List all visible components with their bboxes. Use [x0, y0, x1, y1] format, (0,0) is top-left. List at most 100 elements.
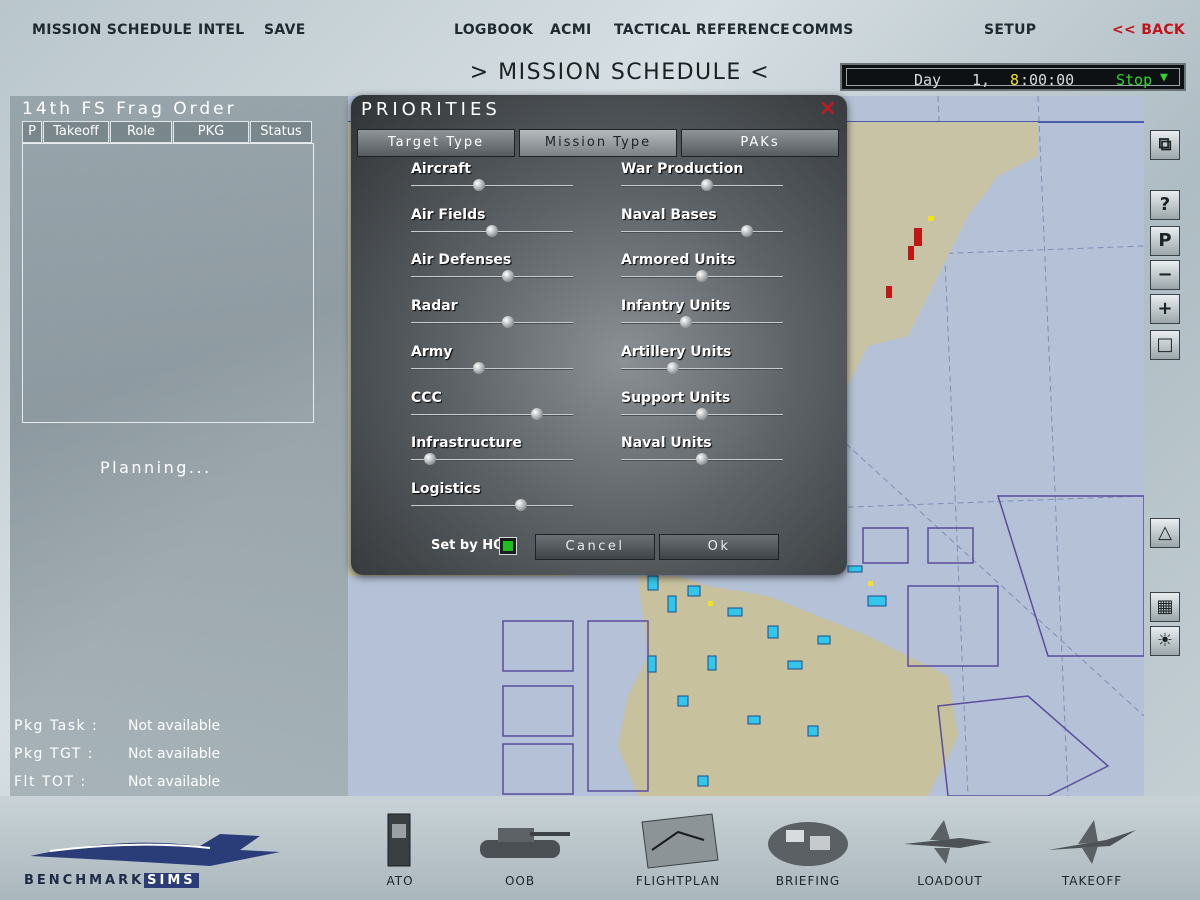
nav-ato[interactable]: ATO	[340, 808, 460, 894]
priority-slider-track[interactable]	[621, 322, 783, 325]
menu-comms[interactable]: COMMS	[792, 22, 854, 38]
priority-slider-knob[interactable]	[741, 224, 754, 237]
logo-benchmark: BENCHMARK	[24, 873, 145, 888]
flightplan-map-icon	[641, 813, 719, 869]
clock-day-label: Day	[914, 71, 942, 89]
help-icon[interactable]: ?	[1150, 190, 1180, 220]
map-tool-strip: ⧉ ? P − + □ △ ▦ ☀	[1144, 96, 1200, 796]
nav-briefing[interactable]: BRIEFING	[748, 808, 868, 894]
nav-briefing-label: BRIEFING	[775, 874, 841, 888]
tank-icon	[480, 828, 570, 858]
speed-dropdown-icon[interactable]: ▼	[1160, 70, 1168, 85]
pkg-tgt-label: Pkg TGT :	[14, 746, 95, 762]
priority-slider-track[interactable]	[621, 367, 783, 370]
nav-takeoff-label: TAKEOFF	[1061, 874, 1123, 888]
package-icon[interactable]: P	[1150, 226, 1180, 256]
priority-slider-knob[interactable]	[700, 179, 713, 191]
priority-label-artillery-units: Artillery Units	[621, 343, 732, 360]
close-icon[interactable]: ✕	[819, 97, 837, 122]
menu-acmi[interactable]: ACMI	[550, 22, 591, 38]
priority-slider-track[interactable]	[411, 367, 573, 370]
priority-slider-knob[interactable]	[696, 270, 708, 283]
nav-loadout-label: LOADOUT	[917, 874, 983, 888]
column-pkg[interactable]: PKG	[173, 121, 249, 143]
menu-intel[interactable]: INTEL	[198, 22, 244, 38]
priority-slider-track[interactable]	[411, 276, 573, 279]
nav-loadout[interactable]: LOADOUT	[890, 808, 1010, 894]
priority-label-army: Army	[411, 343, 453, 360]
loadout-jet-icon	[904, 820, 992, 864]
frag-order-list[interactable]	[22, 143, 314, 423]
priority-slider-track[interactable]	[411, 322, 573, 325]
bottom-nav-bar: BENCHMARK SIMS	[0, 796, 1200, 900]
clock-hour: 8	[1010, 71, 1020, 89]
priority-label-war-production: War Production	[621, 161, 744, 177]
priority-slider-knob[interactable]	[486, 224, 498, 237]
logo-text: BENCHMARK SIMS	[24, 873, 199, 888]
set-by-hq-checkbox[interactable]	[499, 537, 517, 555]
priority-label-infantry-units: Infantry Units	[621, 298, 731, 315]
units-filter-icon[interactable]: ▦	[1150, 592, 1180, 622]
priority-slider-track[interactable]	[621, 230, 783, 233]
priority-slider-track[interactable]	[411, 413, 573, 416]
priority-slider-knob[interactable]	[473, 361, 486, 374]
column-takeoff[interactable]: Takeoff	[43, 121, 109, 143]
map-layer-toggle-icon[interactable]: ⧉	[1150, 130, 1180, 160]
column-priority[interactable]: P	[22, 121, 42, 143]
logo-sims: SIMS	[144, 873, 199, 888]
priority-slider-knob[interactable]	[515, 498, 528, 511]
priority-slider-knob[interactable]	[473, 179, 486, 191]
pkg-task-label: Pkg Task :	[14, 718, 99, 734]
nav-ato-label: ATO	[386, 874, 414, 888]
menu-logbook[interactable]: LOGBOOK	[454, 22, 533, 38]
menu-save[interactable]: SAVE	[264, 22, 306, 38]
pkg-tgt-value: Not available	[128, 746, 221, 762]
back-button[interactable]: << BACK	[1112, 22, 1185, 38]
priority-slider-knob[interactable]	[424, 453, 437, 466]
campaign-clock: Day 1, 8 :00:00 Stop ▼	[840, 63, 1186, 91]
ok-button[interactable]: Ok	[659, 534, 779, 560]
fit-map-icon[interactable]: □	[1150, 330, 1180, 360]
priority-label-logistics: Logistics	[411, 480, 481, 497]
nav-oob[interactable]: OOB	[460, 808, 580, 894]
tab-target-type[interactable]: Target Type	[357, 129, 515, 157]
priority-slider-knob[interactable]	[666, 361, 679, 374]
menu-tactical-reference[interactable]: TACTICAL REFERENCE	[614, 22, 790, 38]
priority-slider-knob[interactable]	[502, 270, 515, 283]
column-status[interactable]: Status	[250, 121, 312, 143]
priority-label-naval-units: Naval Units	[621, 435, 712, 452]
nav-oob-label: OOB	[504, 874, 536, 888]
nav-takeoff[interactable]: TAKEOFF	[1032, 808, 1152, 894]
clock-speed[interactable]: Stop	[1116, 71, 1152, 89]
menu-setup[interactable]: SETUP	[984, 22, 1036, 38]
planning-status: Planning...	[100, 458, 212, 477]
nav-flightplan[interactable]: FLIGHTPLAN	[618, 808, 738, 894]
priority-slider-track[interactable]	[411, 504, 573, 507]
zoom-in-icon[interactable]: +	[1150, 294, 1180, 324]
clock-time: :00:00	[1020, 71, 1075, 89]
priority-slider-knob[interactable]	[679, 316, 692, 329]
priority-slider-track[interactable]	[411, 185, 573, 187]
priority-label-support-units: Support Units	[621, 389, 731, 406]
weather-icon[interactable]: ☀	[1150, 626, 1180, 656]
menu-mission-schedule[interactable]: MISSION SCHEDULE	[32, 22, 192, 38]
pkg-task-value: Not available	[128, 718, 221, 734]
frag-order-title: 14th FS Frag Order	[22, 99, 237, 119]
priority-slider-knob[interactable]	[531, 407, 544, 420]
priority-label-ccc: CCC	[411, 389, 442, 406]
priority-slider-knob[interactable]	[502, 316, 515, 329]
ato-binder-icon	[387, 813, 411, 867]
set-by-hq-label: Set by HQ	[431, 538, 505, 553]
priority-slider-knob[interactable]	[696, 453, 708, 466]
priority-slider-knob[interactable]	[696, 407, 708, 420]
priority-label-infrastructure: Infrastructure	[411, 435, 522, 452]
cancel-button[interactable]: Cancel	[535, 534, 655, 560]
priority-label-naval-bases: Naval Bases	[621, 206, 717, 223]
checkbox-fill	[503, 541, 513, 551]
priority-label-radar: Radar	[411, 298, 458, 315]
column-role[interactable]: Role	[110, 121, 172, 143]
threat-rings-icon[interactable]: △	[1150, 518, 1180, 548]
tab-paks[interactable]: PAKs	[681, 129, 839, 157]
tab-mission-type[interactable]: Mission Type	[519, 129, 677, 157]
zoom-out-icon[interactable]: −	[1150, 260, 1180, 290]
